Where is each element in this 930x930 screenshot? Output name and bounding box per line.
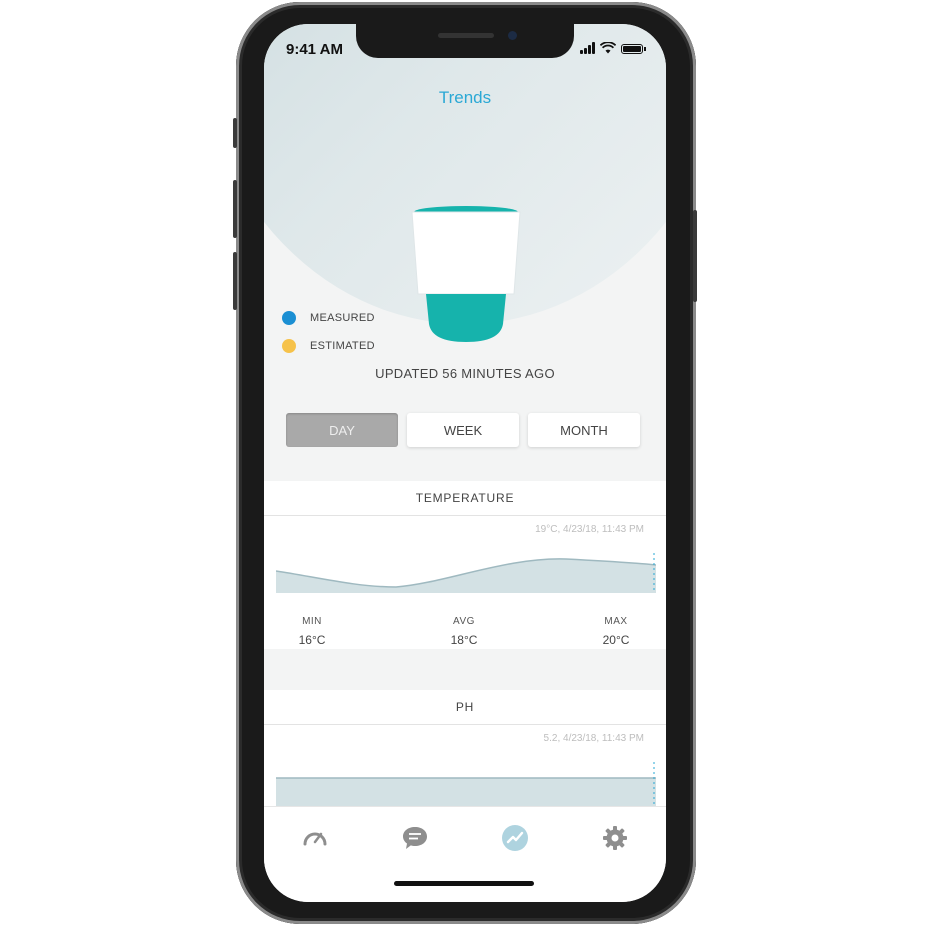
mute-switch — [233, 118, 237, 148]
temperature-chart — [276, 553, 656, 593]
plant-pot-illustration — [411, 206, 521, 342]
updated-text: UPDATED 56 MINUTES AGO — [375, 366, 555, 381]
battery-icon — [621, 44, 643, 54]
stat-label: AVG — [453, 616, 475, 627]
stat-label: MIN — [302, 616, 322, 627]
stat-min: MIN 16°C — [272, 616, 352, 647]
tab-chat[interactable] — [398, 821, 432, 855]
gauge-icon — [303, 832, 327, 846]
notch — [356, 24, 574, 58]
legend-item-measured: MEASURED — [282, 304, 375, 332]
legend-label: MEASURED — [310, 312, 375, 324]
ph-latest: 5.2, 4/23/18, 11:43 PM — [543, 733, 644, 744]
wifi-icon — [600, 42, 616, 54]
tab-week[interactable]: WEEK — [407, 413, 519, 447]
signal-icon — [580, 42, 595, 54]
power-button — [693, 210, 697, 302]
tab-trends[interactable] — [498, 821, 532, 855]
home-indicator[interactable] — [394, 881, 534, 886]
ph-card: PH 5.2, 4/23/18, 11:43 PM — [264, 690, 666, 806]
stat-label: MAX — [604, 616, 628, 627]
temperature-card: TEMPERATURE 19°C, 4/23/18, 11:43 PM MIN … — [264, 481, 666, 649]
phone-screen: 9:41 AM Trends MEASURED ESTIMATED UPDATE… — [264, 24, 666, 902]
trends-icon — [502, 825, 528, 851]
volume-up-button — [233, 180, 237, 238]
tab-settings[interactable] — [598, 821, 632, 855]
status-icons — [580, 42, 646, 54]
tab-bar — [264, 806, 666, 902]
tab-month[interactable]: MONTH — [528, 413, 640, 447]
estimated-dot — [282, 339, 296, 353]
temperature-latest: 19°C, 4/23/18, 11:43 PM — [535, 524, 644, 535]
volume-down-button — [233, 252, 237, 310]
temperature-title: TEMPERATURE — [264, 481, 666, 516]
stat-value: 18°C — [450, 633, 478, 647]
range-selector: DAY WEEK MONTH — [286, 413, 640, 447]
legend: MEASURED ESTIMATED — [282, 304, 375, 360]
ph-title: PH — [264, 690, 666, 725]
tab-day[interactable]: DAY — [286, 413, 398, 447]
stat-avg: AVG 18°C — [424, 616, 504, 647]
battery-tip — [644, 47, 646, 51]
legend-label: ESTIMATED — [310, 340, 375, 352]
stat-value: 16°C — [298, 633, 326, 647]
page-title: Trends — [438, 88, 492, 107]
stat-max: MAX 20°C — [576, 616, 656, 647]
gear-icon — [603, 826, 627, 850]
chat-bubble-icon — [403, 827, 427, 849]
status-time: 9:41 AM — [286, 41, 343, 58]
front-camera — [508, 31, 517, 40]
legend-item-estimated: ESTIMATED — [282, 332, 375, 360]
measured-dot — [282, 311, 296, 325]
stat-value: 20°C — [602, 633, 630, 647]
speaker-grille — [438, 33, 494, 38]
ph-chart — [276, 762, 656, 806]
tab-dashboard[interactable] — [298, 821, 332, 855]
